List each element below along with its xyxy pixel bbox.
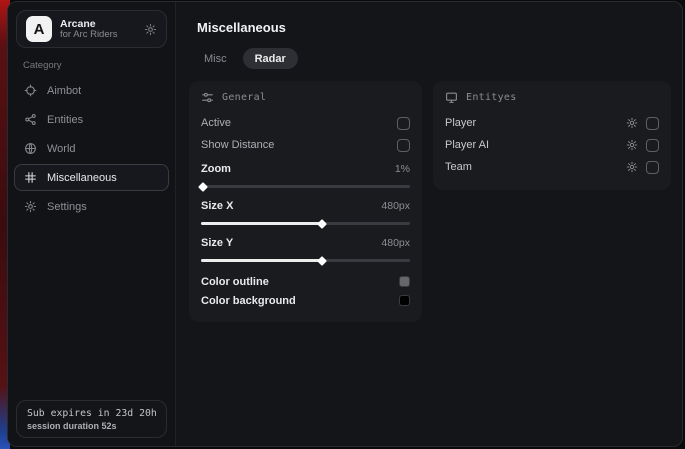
sidebar-item-world[interactable]: World bbox=[14, 135, 169, 162]
size-x-slider[interactable] bbox=[201, 222, 410, 225]
app-subtitle: for Arc Riders bbox=[60, 30, 118, 41]
toggle-row-show-distance: Show Distance bbox=[201, 134, 410, 156]
logo-text: Arcane for Arc Riders bbox=[60, 18, 118, 41]
color-label: Color background bbox=[201, 295, 296, 307]
share-network-icon bbox=[24, 113, 37, 126]
entities-card: Entityes Player P bbox=[433, 81, 671, 190]
player-checkbox[interactable] bbox=[646, 117, 659, 130]
slider-label: Size Y bbox=[201, 237, 233, 249]
session-duration-text: session duration 52s bbox=[27, 421, 156, 431]
gear-icon[interactable] bbox=[144, 23, 157, 36]
sidebar-nav: Aimbot Entities World bbox=[8, 77, 175, 220]
entities-card-header: Entityes bbox=[445, 91, 659, 104]
slider-block-size-y: Size Y 480px bbox=[201, 235, 410, 262]
sidebar-item-miscellaneous[interactable]: Miscellaneous bbox=[14, 164, 169, 191]
color-outline-swatch[interactable] bbox=[399, 276, 410, 287]
color-background-swatch[interactable] bbox=[399, 295, 410, 306]
slider-value: 480px bbox=[381, 237, 410, 249]
gear-icon[interactable] bbox=[626, 139, 638, 151]
general-card-title: General bbox=[222, 92, 266, 103]
gear-icon[interactable] bbox=[626, 117, 638, 129]
entity-row-player: Player bbox=[445, 112, 659, 134]
general-card-header: General bbox=[201, 91, 410, 104]
slider-label: Size X bbox=[201, 200, 233, 212]
size-y-slider[interactable] bbox=[201, 259, 410, 262]
general-card: General Active Show Distance Zoom 1% bbox=[189, 81, 422, 322]
page-title: Miscellaneous bbox=[197, 20, 671, 35]
slider-fill bbox=[201, 259, 322, 262]
tab-bar: Misc Radar bbox=[192, 48, 671, 69]
category-label: Category bbox=[23, 60, 175, 71]
toggle-label: Show Distance bbox=[201, 139, 274, 151]
monitor-icon bbox=[445, 91, 458, 104]
team-checkbox[interactable] bbox=[646, 161, 659, 174]
tab-radar[interactable]: Radar bbox=[243, 48, 298, 69]
sidebar: A Arcane for Arc Riders Category bbox=[8, 2, 176, 446]
tab-misc[interactable]: Misc bbox=[192, 48, 239, 69]
slider-value: 1% bbox=[395, 163, 410, 175]
slider-value: 480px bbox=[381, 200, 410, 212]
grid-hash-icon bbox=[24, 171, 37, 184]
slider-label: Zoom bbox=[201, 163, 231, 175]
entities-card-title: Entityes bbox=[466, 92, 517, 103]
crosshair-icon bbox=[24, 84, 37, 97]
sidebar-item-label: Miscellaneous bbox=[47, 172, 117, 184]
entity-row-team: Team bbox=[445, 156, 659, 178]
sidebar-item-label: Settings bbox=[47, 201, 87, 213]
slider-thumb[interactable] bbox=[317, 256, 327, 266]
slider-fill bbox=[201, 222, 322, 225]
entity-label: Team bbox=[445, 161, 472, 173]
toggle-label: Active bbox=[201, 117, 231, 129]
sidebar-item-entities[interactable]: Entities bbox=[14, 106, 169, 133]
subscription-card: Sub expires in 23d 20h session duration … bbox=[16, 400, 167, 438]
sliders-icon bbox=[201, 91, 214, 104]
slider-block-zoom: Zoom 1% bbox=[201, 161, 410, 188]
show-distance-checkbox[interactable] bbox=[397, 139, 410, 152]
gear-icon[interactable] bbox=[626, 161, 638, 173]
slider-block-size-x: Size X 480px bbox=[201, 198, 410, 225]
sidebar-item-label: Aimbot bbox=[47, 85, 81, 97]
zoom-slider[interactable] bbox=[201, 185, 410, 188]
sub-expiry-text: Sub expires in 23d 20h bbox=[27, 408, 156, 419]
color-row-outline: Color outline bbox=[201, 272, 410, 291]
sidebar-item-label: Entities bbox=[47, 114, 83, 126]
entity-label: Player AI bbox=[445, 139, 489, 151]
app-logo: A bbox=[26, 16, 52, 42]
color-row-background: Color background bbox=[201, 291, 410, 310]
app-title: Arcane bbox=[60, 18, 118, 30]
color-label: Color outline bbox=[201, 276, 269, 288]
sidebar-item-settings[interactable]: Settings bbox=[14, 193, 169, 220]
sidebar-item-label: World bbox=[47, 143, 76, 155]
app-window: A Arcane for Arc Riders Category bbox=[7, 1, 683, 447]
globe-icon bbox=[24, 142, 37, 155]
player-ai-checkbox[interactable] bbox=[646, 139, 659, 152]
sidebar-item-aimbot[interactable]: Aimbot bbox=[14, 77, 169, 104]
entity-row-player-ai: Player AI bbox=[445, 134, 659, 156]
main-panel: Miscellaneous Misc Radar General Active bbox=[176, 2, 683, 446]
logo-card: A Arcane for Arc Riders bbox=[16, 10, 167, 48]
toggle-row-active: Active bbox=[201, 112, 410, 134]
active-checkbox[interactable] bbox=[397, 117, 410, 130]
cards-container: General Active Show Distance Zoom 1% bbox=[189, 81, 671, 322]
gear-icon bbox=[24, 200, 37, 213]
slider-thumb[interactable] bbox=[317, 219, 327, 229]
slider-thumb[interactable] bbox=[198, 182, 208, 192]
entity-label: Player bbox=[445, 117, 476, 129]
